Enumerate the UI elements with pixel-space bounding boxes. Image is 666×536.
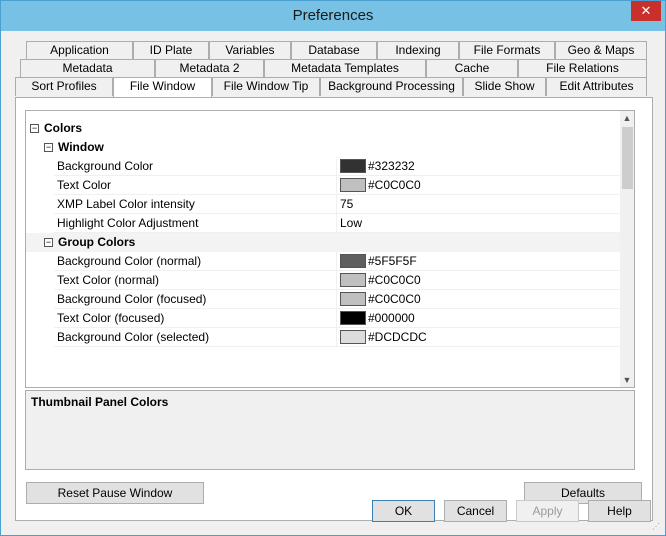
scrollbar-thumb[interactable] bbox=[622, 127, 633, 189]
property-name: Background Color (normal) bbox=[54, 252, 336, 271]
tab-background-processing[interactable]: Background Processing bbox=[320, 77, 463, 96]
description-box: Thumbnail Panel Colors bbox=[25, 390, 635, 470]
property-name: Background Color (selected) bbox=[54, 328, 336, 347]
property-name: Text Color (normal) bbox=[54, 271, 336, 290]
color-swatch[interactable] bbox=[340, 272, 366, 287]
property-row[interactable]: XMP Label Color intensity 75 bbox=[26, 195, 622, 214]
color-hex: #323232 bbox=[368, 159, 415, 173]
tree-group-group-colors[interactable]: − Group Colors bbox=[26, 233, 622, 252]
collapse-icon[interactable]: − bbox=[30, 124, 39, 133]
property-row[interactable]: Background Color #323232 bbox=[26, 157, 622, 176]
property-row[interactable]: Background Color (selected) #DCDCDC bbox=[26, 328, 622, 347]
property-value[interactable]: 75 bbox=[336, 195, 622, 214]
tab-row-2: Metadata Metadata 2 Metadata Templates C… bbox=[8, 59, 658, 78]
tab-file-formats[interactable]: File Formats bbox=[459, 41, 555, 60]
dialog-body: Application ID Plate Variables Database … bbox=[8, 31, 658, 529]
property-tree: − Colors − Window Background Color #3232… bbox=[25, 110, 635, 388]
property-value[interactable]: #C0C0C0 bbox=[336, 290, 622, 309]
property-value[interactable]: #323232 bbox=[336, 157, 622, 176]
tab-application[interactable]: Application bbox=[26, 41, 133, 60]
color-swatch[interactable] bbox=[340, 158, 366, 173]
tab-metadata-templates[interactable]: Metadata Templates bbox=[264, 59, 426, 78]
color-hex: #000000 bbox=[368, 311, 415, 325]
preferences-window: Preferences ✕ Application ID Plate Varia… bbox=[0, 0, 666, 536]
color-swatch[interactable] bbox=[340, 310, 366, 325]
property-value[interactable]: #000000 bbox=[336, 309, 622, 328]
tab-edit-attributes[interactable]: Edit Attributes bbox=[546, 77, 647, 96]
vertical-scrollbar[interactable]: ▲ ▼ bbox=[620, 111, 634, 387]
color-hex: #C0C0C0 bbox=[368, 292, 421, 306]
property-row[interactable]: Background Color (focused) #C0C0C0 bbox=[26, 290, 622, 309]
property-row[interactable]: Background Color (normal) #5F5F5F bbox=[26, 252, 622, 271]
tab-geo-maps[interactable]: Geo & Maps bbox=[555, 41, 647, 60]
scroll-down-icon[interactable]: ▼ bbox=[620, 373, 634, 387]
property-name: XMP Label Color intensity bbox=[54, 195, 336, 214]
group-label: Window bbox=[58, 140, 104, 154]
tab-file-window[interactable]: File Window bbox=[113, 77, 212, 97]
color-swatch[interactable] bbox=[340, 177, 366, 192]
cancel-button[interactable]: Cancel bbox=[444, 500, 507, 522]
property-name: Background Color (focused) bbox=[54, 290, 336, 309]
tab-cache[interactable]: Cache bbox=[426, 59, 518, 78]
close-icon: ✕ bbox=[640, 3, 652, 18]
tab-row-1: Application ID Plate Variables Database … bbox=[8, 41, 658, 60]
file-window-panel: − Colors − Window Background Color #3232… bbox=[15, 97, 653, 521]
property-row[interactable]: Highlight Color Adjustment Low bbox=[26, 214, 622, 233]
property-value[interactable]: #DCDCDC bbox=[336, 328, 622, 347]
color-hex: #DCDCDC bbox=[368, 330, 427, 344]
title-bar[interactable]: Preferences ✕ bbox=[1, 1, 665, 31]
color-swatch[interactable] bbox=[340, 253, 366, 268]
property-value[interactable]: #5F5F5F bbox=[336, 252, 622, 271]
color-swatch[interactable] bbox=[340, 329, 366, 344]
tab-file-relations[interactable]: File Relations bbox=[518, 59, 647, 78]
property-row[interactable]: Text Color #C0C0C0 bbox=[26, 176, 622, 195]
collapse-icon[interactable]: − bbox=[44, 238, 53, 247]
tree-group-window[interactable]: − Window bbox=[26, 138, 622, 157]
property-name: Highlight Color Adjustment bbox=[54, 214, 336, 233]
reset-pause-window-button[interactable]: Reset Pause Window bbox=[26, 482, 204, 504]
property-name: Text Color (focused) bbox=[54, 309, 336, 328]
tab-id-plate[interactable]: ID Plate bbox=[133, 41, 209, 60]
collapse-icon[interactable]: − bbox=[44, 143, 53, 152]
property-row[interactable]: Text Color (normal) #C0C0C0 bbox=[26, 271, 622, 290]
tab-file-window-tip[interactable]: File Window Tip bbox=[212, 77, 320, 96]
color-swatch[interactable] bbox=[340, 291, 366, 306]
ok-button[interactable]: OK bbox=[372, 500, 435, 522]
tab-metadata[interactable]: Metadata bbox=[20, 59, 155, 78]
tab-metadata-2[interactable]: Metadata 2 bbox=[155, 59, 264, 78]
tab-sort-profiles[interactable]: Sort Profiles bbox=[15, 77, 113, 96]
description-title: Thumbnail Panel Colors bbox=[31, 395, 169, 409]
group-label: Colors bbox=[44, 121, 83, 135]
property-value[interactable]: #C0C0C0 bbox=[336, 176, 622, 195]
window-title: Preferences bbox=[292, 7, 374, 24]
color-hex: #5F5F5F bbox=[368, 254, 417, 268]
resize-grip-icon[interactable]: ⋰ bbox=[652, 522, 662, 532]
group-label: Group Colors bbox=[58, 235, 136, 249]
property-name: Text Color bbox=[54, 176, 336, 195]
property-row[interactable]: Text Color (focused) #000000 bbox=[26, 309, 622, 328]
apply-button[interactable]: Apply bbox=[516, 500, 579, 522]
property-name: Background Color bbox=[54, 157, 336, 176]
close-button[interactable]: ✕ bbox=[631, 1, 661, 21]
tab-database[interactable]: Database bbox=[291, 41, 377, 60]
tab-variables[interactable]: Variables bbox=[209, 41, 291, 60]
tab-row-3: Sort Profiles File Window File Window Ti… bbox=[8, 77, 658, 97]
property-value[interactable]: #C0C0C0 bbox=[336, 271, 622, 290]
tree-group-colors[interactable]: − Colors bbox=[26, 119, 622, 138]
tab-slide-show[interactable]: Slide Show bbox=[463, 77, 546, 96]
scroll-up-icon[interactable]: ▲ bbox=[620, 111, 634, 125]
tab-indexing[interactable]: Indexing bbox=[377, 41, 459, 60]
color-hex: #C0C0C0 bbox=[368, 178, 421, 192]
help-button[interactable]: Help bbox=[588, 500, 651, 522]
property-value[interactable]: Low bbox=[336, 214, 622, 233]
color-hex: #C0C0C0 bbox=[368, 273, 421, 287]
